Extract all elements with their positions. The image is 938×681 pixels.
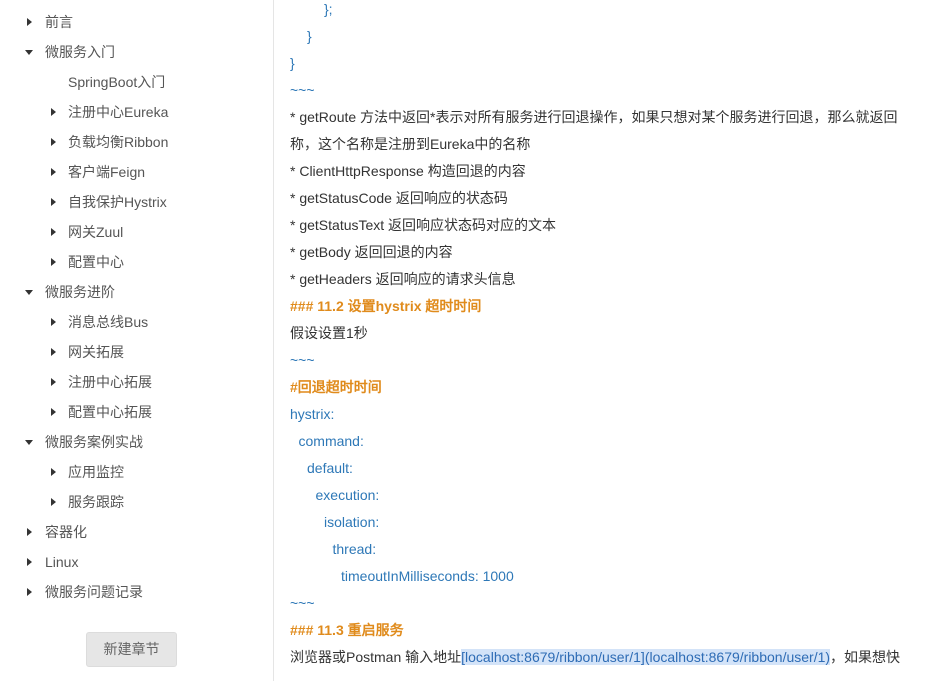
sidebar-item[interactable]: 网关拓展 (0, 337, 273, 367)
triangle-right-icon[interactable] (46, 487, 60, 517)
sidebar-item-label: 前言 (45, 14, 73, 30)
chapter-sidebar: 前言微服务入门 SpringBoot入门 注册中心Eureka 负载均衡Ribbon 客… (0, 0, 274, 681)
code-line: timeoutInMilliseconds: 1000 (341, 568, 514, 584)
sidebar-item[interactable]: 微服务入门 (0, 37, 273, 67)
sidebar-item[interactable]: 微服务问题记录 (0, 577, 273, 607)
triangle-right-icon[interactable] (46, 397, 60, 427)
chapter-tree: 前言微服务入门 SpringBoot入门 注册中心Eureka 负载均衡Ribbon 客… (0, 7, 273, 607)
markdown-link[interactable]: [localhost:8679/ribbon/user/1](localhost… (461, 649, 831, 665)
triangle-right-icon[interactable] (22, 577, 36, 607)
triangle-right-icon[interactable] (22, 7, 36, 37)
sidebar-item[interactable]: SpringBoot入门 (0, 67, 273, 97)
triangle-right-icon[interactable] (46, 307, 60, 337)
sidebar-item[interactable]: 微服务案例实战 (0, 427, 273, 457)
sidebar-item-label: 负载均衡Ribbon (68, 134, 169, 150)
sidebar-item-label: 微服务入门 (45, 44, 115, 60)
sidebar-item-label: 容器化 (45, 524, 87, 540)
markdown-heading-line: ### 11.2 设置hystrix 超时时间 (290, 298, 482, 314)
text-line: 浏览器或Postman 输入地址[localhost:8679/ribbon/u… (290, 644, 900, 671)
code-line: isolation: (324, 514, 380, 530)
sidebar-item[interactable]: 负载均衡Ribbon (0, 127, 273, 157)
triangle-down-icon[interactable] (22, 37, 36, 67)
sidebar-item-label: 消息总线Bus (68, 314, 149, 330)
code-line: ~~~ (290, 352, 315, 368)
text-line: * getStatusCode 返回响应的状态码 (290, 190, 508, 206)
sidebar-item[interactable]: 应用监控 (0, 457, 273, 487)
line-prefix: 浏览器或Postman 输入地址 (290, 649, 462, 665)
sidebar-item-label: 网关拓展 (68, 344, 124, 360)
triangle-right-icon[interactable] (46, 247, 60, 277)
text-line: 称，这个名称是注册到Eureka中的名称 (290, 136, 531, 152)
sidebar-item-label: SpringBoot入门 (68, 74, 166, 90)
triangle-right-icon[interactable] (22, 517, 36, 547)
sidebar-item-label: 网关Zuul (68, 224, 124, 240)
sidebar-item-label: 微服务案例实战 (45, 434, 143, 450)
sidebar-item-label: 客户端Feign (68, 164, 146, 180)
line-suffix: ，如果想快 (830, 649, 901, 665)
triangle-right-icon[interactable] (46, 367, 60, 397)
code-line: default: (307, 460, 353, 476)
triangle-right-icon[interactable] (46, 127, 60, 157)
sidebar-item[interactable]: 配置中心拓展 (0, 397, 273, 427)
text-line: * getStatusText 返回响应状态码对应的文本 (290, 217, 557, 233)
sidebar-item-label: 注册中心Eureka (68, 104, 169, 120)
sidebar-item-label: 微服务进阶 (45, 284, 115, 300)
text-line: * getHeaders 返回响应的请求头信息 (290, 271, 516, 287)
code-line: ~~~ (290, 595, 315, 611)
sidebar-item[interactable]: 容器化 (0, 517, 273, 547)
app-window: 前言微服务入门 SpringBoot入门 注册中心Eureka 负载均衡Ribbon 客… (0, 0, 938, 681)
code-line: } (307, 28, 312, 44)
code-line: } (290, 55, 295, 71)
sidebar-item[interactable]: 配置中心 (0, 247, 273, 277)
markdown-heading-line: #回退超时时间 (290, 379, 382, 395)
sidebar-item-label: 配置中心拓展 (68, 404, 152, 420)
text-line: * ClientHttpResponse 构造回退的内容 (290, 163, 526, 179)
triangle-right-icon[interactable] (46, 457, 60, 487)
triangle-right-icon[interactable] (46, 217, 60, 247)
triangle-down-icon[interactable] (22, 427, 36, 457)
text-line: * getRoute 方法中返回*表示对所有服务进行回退操作，如果只想对某个服务… (290, 109, 898, 125)
sidebar-item[interactable]: 服务跟踪 (0, 487, 273, 517)
text-line: 假设设置1秒 (290, 325, 368, 341)
code-line: thread: (332, 541, 377, 557)
sidebar-item-label: Linux (45, 554, 79, 570)
triangle-down-icon[interactable] (22, 277, 36, 307)
code-line: hystrix: (290, 406, 335, 422)
code-line: command: (298, 433, 364, 449)
sidebar-item[interactable]: 注册中心Eureka (0, 97, 273, 127)
sidebar-item[interactable]: 客户端Feign (0, 157, 273, 187)
sidebar-item[interactable]: Linux (0, 547, 273, 577)
sidebar-item-label: 微服务问题记录 (45, 584, 143, 600)
triangle-right-icon[interactable] (22, 547, 36, 577)
sidebar-item[interactable]: 消息总线Bus (0, 307, 273, 337)
triangle-right-icon[interactable] (46, 157, 60, 187)
sidebar-item-label: 应用监控 (68, 464, 124, 480)
sidebar-item-label: 配置中心 (68, 254, 124, 270)
markdown-editor[interactable]: };}} ~~~ * getRoute 方法中返回*表示对所有服务进行回退操作，如果… (290, 0, 938, 681)
sidebar-item[interactable]: 微服务进阶 (0, 277, 273, 307)
sidebar-item-label: 自我保护Hystrix (68, 194, 167, 210)
sidebar-item-label: 注册中心拓展 (68, 374, 152, 390)
sidebar-item[interactable]: 网关Zuul (0, 217, 273, 247)
new-chapter-button[interactable]: 新建章节 (86, 632, 177, 667)
triangle-right-icon[interactable] (46, 187, 60, 217)
sidebar-item[interactable]: 注册中心拓展 (0, 367, 273, 397)
triangle-right-icon[interactable] (46, 337, 60, 367)
code-line: }; (324, 1, 333, 17)
sidebar-item[interactable]: 自我保护Hystrix (0, 187, 273, 217)
triangle-right-icon[interactable] (46, 97, 60, 127)
sidebar-item-label: 服务跟踪 (68, 494, 124, 510)
sidebar-item[interactable]: 前言 (0, 7, 273, 37)
code-line: ~~~ (290, 82, 315, 98)
markdown-heading-line: ### 11.3 重启服务 (290, 622, 404, 638)
code-line: execution: (315, 487, 380, 503)
text-line: * getBody 返回回退的内容 (290, 244, 453, 260)
